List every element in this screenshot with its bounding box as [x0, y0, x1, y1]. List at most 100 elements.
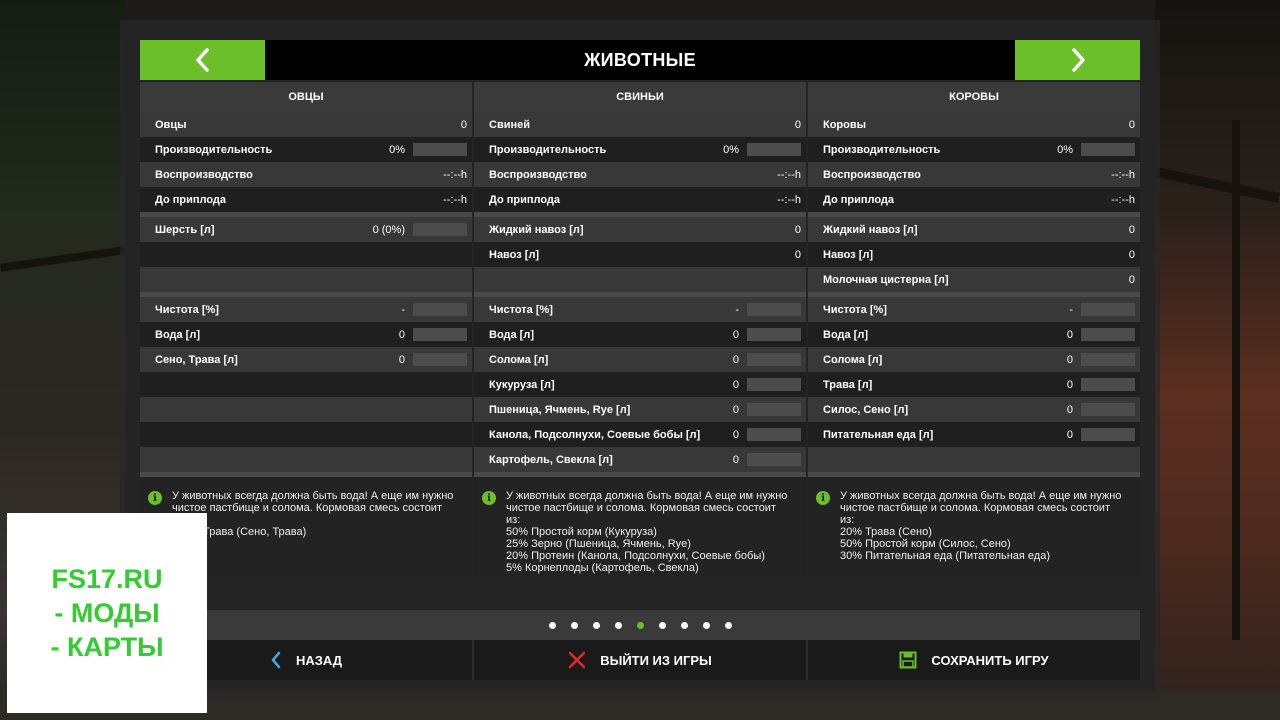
stat-label: Канола, Подсолнухи, Соевые бобы [л]	[489, 428, 701, 441]
stat-value: 0%	[389, 143, 405, 156]
stat-value: --:--h	[1111, 193, 1135, 206]
page-dot[interactable]	[702, 621, 710, 629]
stat-progress-bar	[1081, 353, 1135, 366]
stat-label: До приплода	[489, 193, 561, 206]
page-dot[interactable]	[680, 621, 688, 629]
stat-progress-bar	[747, 328, 801, 341]
stat-label: Солома [л]	[823, 353, 883, 366]
stat-value: --:--h	[443, 193, 467, 206]
stat-progress-bar	[747, 378, 801, 391]
floppy-disk-icon	[899, 651, 917, 669]
stat-value: 0	[732, 403, 739, 416]
stat-row: Картофель, Свекла [л] 0	[474, 447, 806, 472]
stat-progress-bar	[747, 403, 801, 416]
stat-row: Навоз [л] 0	[808, 242, 1140, 267]
stat-label: Шерсть [л]	[155, 223, 215, 236]
stat-label: Навоз [л]	[823, 248, 874, 261]
stat-row: Кукуруза [л] 0	[474, 372, 806, 397]
chevron-right-icon	[1071, 48, 1085, 72]
save-game-button[interactable]: СОХРАНИТЬ ИГРУ	[808, 640, 1140, 680]
stat-progress-bar	[1081, 428, 1135, 441]
stat-row: Силос, Сено [л] 0	[808, 397, 1140, 422]
column-header: СВИНЬИ	[474, 82, 806, 112]
stat-progress-bar	[1081, 143, 1135, 156]
stat-row	[808, 447, 1140, 472]
page-title: ЖИВОТНЫЕ	[584, 49, 696, 70]
stat-progress-bar	[747, 428, 801, 441]
stat-label: Воспроизводство	[155, 168, 253, 181]
background-beam	[1232, 120, 1240, 640]
stat-label: Производительность	[155, 143, 273, 156]
stat-value: 0	[398, 328, 405, 341]
page-dot[interactable]	[592, 621, 600, 629]
page-dot[interactable]	[570, 621, 578, 629]
stat-value: 0 (0%)	[372, 223, 405, 236]
stat-value: -	[1069, 303, 1073, 316]
page-dot[interactable]	[724, 621, 732, 629]
stat-label: Питательная еда [л]	[823, 428, 934, 441]
stat-value: --:--h	[777, 168, 801, 181]
stat-label: До приплода	[155, 193, 227, 206]
page-dot[interactable]	[548, 621, 556, 629]
stat-row: Чистота [%] -	[140, 297, 472, 322]
stat-row: Воспроизводство --:--h	[140, 162, 472, 187]
stat-row: Чистота [%] -	[808, 297, 1140, 322]
stat-label: Картофель, Свекла [л]	[489, 453, 613, 466]
stat-label: Навоз [л]	[489, 248, 540, 261]
stat-value: 0	[1066, 328, 1073, 341]
stat-value: 0	[1066, 403, 1073, 416]
stat-row	[140, 372, 472, 397]
page-dot[interactable]	[614, 621, 622, 629]
stat-value: --:--h	[777, 193, 801, 206]
stat-value: 0	[732, 328, 739, 341]
stat-value: -	[735, 303, 739, 316]
feed-info-box: i У животных всегда должна быть вода! А е…	[474, 477, 806, 577]
stat-progress-bar	[747, 453, 801, 466]
feed-info-text: У животных всегда должна быть вода! А ещ…	[172, 490, 454, 538]
stat-progress-bar	[413, 328, 467, 341]
stat-row	[140, 447, 472, 472]
stat-label: Жидкий навоз [л]	[823, 223, 918, 236]
stat-label: Солома [л]	[489, 353, 549, 366]
stat-value: 0	[398, 353, 405, 366]
stat-row: Вода [л] 0	[140, 322, 472, 347]
stat-row: Трава [л] 0	[808, 372, 1140, 397]
stat-row	[140, 242, 472, 267]
stat-progress-bar	[747, 353, 801, 366]
stat-value: 0	[794, 223, 801, 236]
column-header: ОВЦЫ	[140, 82, 472, 112]
stat-row: Вода [л] 0	[808, 322, 1140, 347]
watermark-line: - КАРТЫ	[50, 632, 164, 662]
watermark-line: - МОДЫ	[54, 598, 160, 628]
stat-label: Чистота [%]	[823, 303, 887, 316]
stat-value: 0	[1128, 273, 1135, 286]
stat-row: Жидкий навоз [л] 0	[474, 217, 806, 242]
stat-row: Жидкий навоз [л] 0	[808, 217, 1140, 242]
stat-row: Пшеница, Ячмень, Rye [л] 0	[474, 397, 806, 422]
stat-label: Коровы	[823, 118, 867, 131]
stat-value: 0%	[723, 143, 739, 156]
stat-label: Воспроизводство	[823, 168, 921, 181]
stat-row: Свиней 0	[474, 112, 806, 137]
stat-progress-bar	[1081, 378, 1135, 391]
prev-page-button[interactable]	[140, 40, 265, 80]
stat-row: Чистота [%] -	[474, 297, 806, 322]
page-dot[interactable]	[658, 621, 666, 629]
stat-progress-bar	[1081, 303, 1135, 316]
stat-value: 0	[460, 118, 467, 131]
quit-game-button[interactable]: ВЫЙТИ ИЗ ИГРЫ	[474, 640, 808, 680]
stat-label: Воспроизводство	[489, 168, 587, 181]
stat-label: Сено, Трава [л]	[155, 353, 238, 366]
stat-value: -	[401, 303, 405, 316]
stat-value: 0	[794, 248, 801, 261]
stat-label: Силос, Сено [л]	[823, 403, 909, 416]
stat-row: Молочная цистерна [л] 0	[808, 267, 1140, 292]
next-page-button[interactable]	[1015, 40, 1140, 80]
stat-row	[140, 267, 472, 292]
stat-value: 0	[732, 353, 739, 366]
animal-column: КОРОВЫ Коровы 0 Производительность 0% Воспрои…	[808, 82, 1140, 577]
close-icon	[568, 651, 586, 669]
page-dot[interactable]	[636, 621, 644, 629]
stat-label: Вода [л]	[823, 328, 868, 341]
stat-row	[474, 267, 806, 292]
